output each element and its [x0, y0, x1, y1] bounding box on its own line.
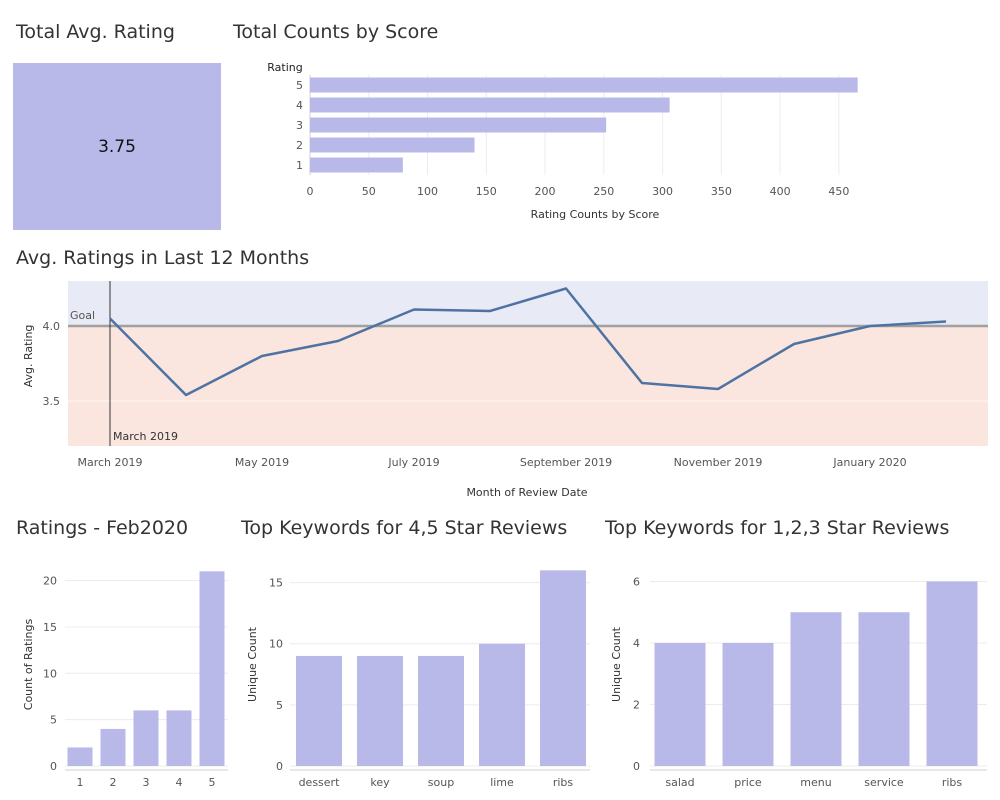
y-tick-label: 0: [276, 760, 283, 773]
x-tick-label: 4: [176, 776, 183, 789]
y-tick-label: 15: [43, 621, 57, 634]
score-label: 4: [296, 99, 303, 112]
y-axis-title: Unique Count: [610, 626, 623, 702]
y-tick-label: 4.0: [43, 320, 61, 333]
y-tick-label: 6: [633, 575, 640, 588]
x-tick-label: 0: [307, 185, 314, 198]
keyword-bar[interactable]: [100, 728, 126, 766]
x-tick-label: service: [864, 776, 904, 789]
keyword-bar[interactable]: [540, 570, 586, 766]
above-goal-band: [68, 281, 988, 326]
keyword-bar[interactable]: [722, 642, 774, 766]
y-tick-label: 15: [269, 577, 283, 590]
keyword-bar[interactable]: [67, 747, 93, 766]
y-axis-title: Unique Count: [246, 626, 259, 702]
score-label: 2: [296, 139, 303, 152]
x-tick-label: 450: [828, 185, 849, 198]
x-tick-label: 150: [476, 185, 497, 198]
x-tick-label: ribs: [553, 776, 574, 789]
y-tick-label: 3.5: [43, 395, 61, 408]
score-bar[interactable]: [310, 137, 475, 153]
x-axis-title: Month of Review Date: [466, 486, 587, 499]
y-tick-label: 4: [633, 637, 640, 650]
x-tick-label: May 2019: [235, 456, 289, 469]
y-tick-label: 5: [50, 714, 57, 727]
x-tick-label: key: [370, 776, 390, 789]
score-label: 3: [296, 119, 303, 132]
y-tick-label: 0: [633, 760, 640, 773]
y-tick-label: 10: [43, 667, 57, 680]
reference-line-label: March 2019: [113, 430, 178, 443]
keyword-bar[interactable]: [418, 655, 464, 766]
score-bar[interactable]: [310, 97, 670, 113]
x-tick-label: salad: [665, 776, 694, 789]
y-tick-label: 20: [43, 575, 57, 588]
keyword-bar[interactable]: [479, 643, 525, 766]
score-bar[interactable]: [310, 117, 607, 133]
goal-label: Goal: [70, 309, 95, 322]
x-tick-label: lime: [490, 776, 514, 789]
x-tick-label: soup: [428, 776, 454, 789]
x-axis-title: Rating Counts by Score: [531, 208, 660, 221]
keyword-bar[interactable]: [133, 710, 159, 766]
x-tick-label: 3: [143, 776, 150, 789]
x-tick-label: January 2020: [832, 456, 906, 469]
x-tick-label: July 2019: [387, 456, 439, 469]
score-bar[interactable]: [310, 77, 858, 93]
keyword-bar[interactable]: [357, 655, 403, 766]
x-tick-label: 5: [209, 776, 216, 789]
x-tick-label: menu: [800, 776, 831, 789]
x-tick-label: 2: [110, 776, 117, 789]
x-tick-label: 250: [593, 185, 614, 198]
x-tick-label: price: [734, 776, 762, 789]
x-tick-label: 350: [711, 185, 732, 198]
x-tick-label: March 2019: [77, 456, 142, 469]
keyword-bar[interactable]: [199, 571, 225, 766]
x-tick-label: dessert: [299, 776, 341, 789]
keyword-bar[interactable]: [166, 710, 192, 766]
score-label: 5: [296, 79, 303, 92]
score-bar[interactable]: [310, 157, 403, 173]
keyword-bar[interactable]: [790, 612, 842, 766]
x-tick-label: September 2019: [520, 456, 612, 469]
y-tick-label: 10: [269, 638, 283, 651]
x-tick-label: 100: [417, 185, 438, 198]
score-label: 1: [296, 159, 303, 172]
x-tick-label: 300: [652, 185, 673, 198]
y-tick-label: 2: [633, 698, 640, 711]
dashboard-charts[interactable]: 0 50 100 150 200 250 300 350 400 450Rating54321Ra…: [0, 0, 1000, 800]
y-tick-label: 5: [276, 699, 283, 712]
x-tick-label: ribs: [942, 776, 963, 789]
y-axis-title: Avg. Rating: [22, 325, 35, 388]
x-tick-label: 400: [770, 185, 791, 198]
x-tick-label: 200: [535, 185, 556, 198]
x-tick-label: 50: [362, 185, 376, 198]
keyword-bar[interactable]: [926, 581, 978, 766]
y-tick-label: 0: [50, 760, 57, 773]
keyword-bar[interactable]: [296, 655, 342, 766]
x-tick-label: 1: [77, 776, 84, 789]
keyword-bar[interactable]: [858, 612, 910, 766]
y-axis-title: Count of Ratings: [22, 619, 35, 711]
keyword-bar[interactable]: [654, 642, 706, 766]
rating-header: Rating: [267, 61, 302, 74]
x-tick-label: November 2019: [674, 456, 763, 469]
